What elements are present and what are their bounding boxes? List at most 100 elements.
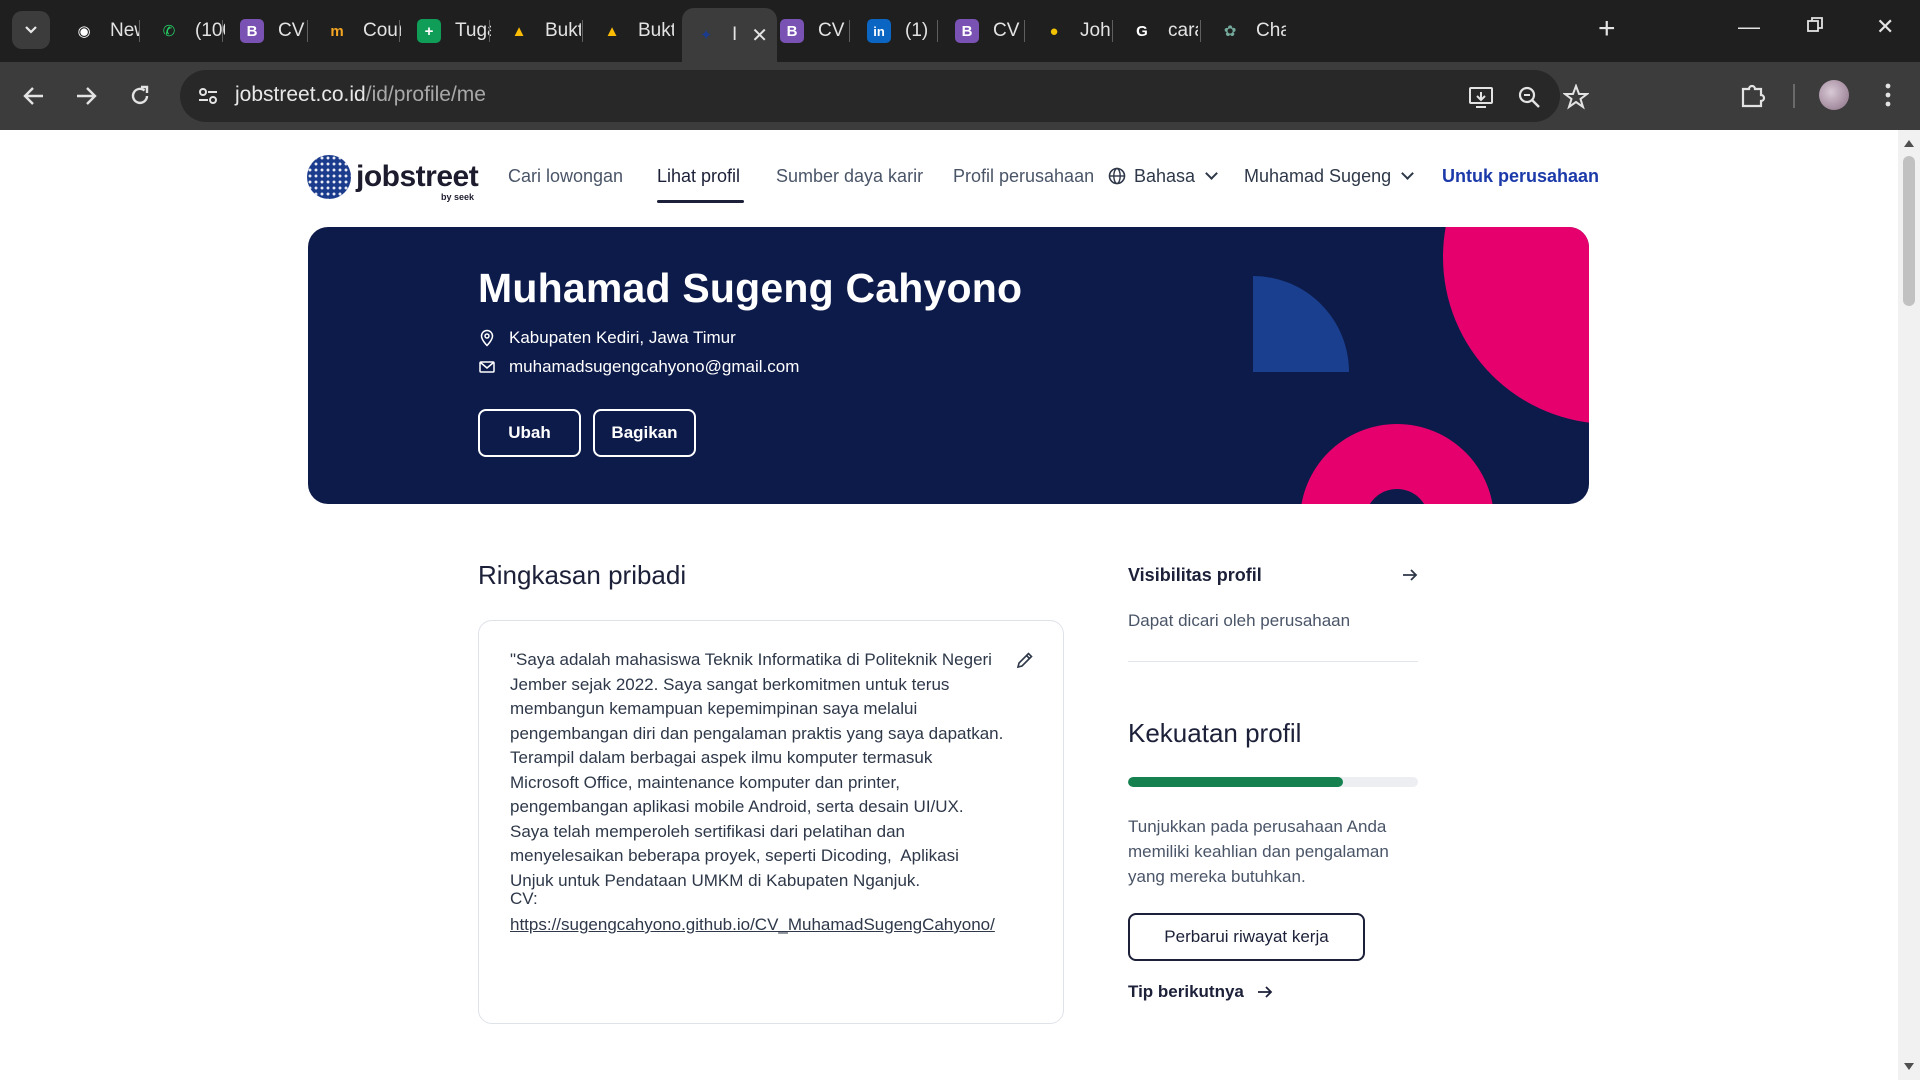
browser-tab[interactable]: ✆ (100)	[145, 12, 225, 50]
tab-separator	[139, 20, 140, 42]
browser-tab[interactable]: ▲ Bukti	[588, 12, 674, 50]
browser-tab[interactable]: ✿ Chat	[1206, 12, 1286, 50]
more-menu-icon[interactable]	[1873, 80, 1903, 110]
tab-separator	[582, 20, 583, 42]
url-host: jobstreet.co.id	[235, 83, 366, 106]
active-nav-indicator	[657, 200, 744, 203]
scroll-up-arrow-icon[interactable]	[1904, 140, 1914, 147]
extensions-icon[interactable]	[1738, 80, 1768, 110]
browser-tab[interactable]: ● Johan	[1030, 12, 1110, 50]
google-icon: G	[1136, 22, 1148, 40]
nav-lihat-profil[interactable]: Lihat profil	[657, 166, 740, 187]
cv-link[interactable]: https://sugengcahyono.github.io/CV_Muham…	[510, 913, 1010, 938]
whatsapp-icon: ✆	[162, 23, 176, 40]
install-app-icon[interactable]	[1468, 84, 1494, 110]
minimize-icon[interactable]: —	[1738, 14, 1760, 40]
address-bar[interactable]: jobstreet.co.id/id/profile/me	[180, 70, 1589, 122]
bootstrap-icon: B	[955, 19, 979, 43]
nav-sumber-daya-karir[interactable]: Sumber daya karir	[776, 166, 923, 187]
next-tip-label: Tip berikutnya	[1128, 982, 1244, 1001]
browser-toolbar: jobstreet.co.id/id/profile/me	[0, 62, 1920, 130]
browser-tab[interactable]: ✦ I ✕	[682, 8, 777, 62]
forward-icon[interactable]	[66, 76, 106, 116]
language-selector[interactable]: Bahasa	[1108, 166, 1218, 187]
user-menu[interactable]: Muhamad Sugeng	[1244, 166, 1414, 187]
next-tip-link[interactable]: Tip berikutnya	[1128, 982, 1274, 1002]
scroll-thumb[interactable]	[1903, 156, 1915, 306]
tab-title: Tuga	[455, 20, 491, 41]
favicon-icon: ●	[1049, 22, 1059, 40]
tab-title: CV M	[278, 20, 308, 41]
page-scrollbar[interactable]	[1898, 130, 1920, 1080]
browser-tab[interactable]: in (1) M	[855, 12, 935, 50]
browser-tab[interactable]: B CV M	[943, 12, 1023, 50]
visibility-title[interactable]: Visibilitas profil	[1128, 565, 1262, 586]
visibility-value: Dapat dicari oleh perusahaan	[1128, 611, 1351, 630]
bookmark-star-icon[interactable]	[1563, 84, 1589, 110]
tab-separator	[937, 20, 938, 42]
browser-tab[interactable]: ◉ New	[60, 12, 140, 50]
site-settings-icon[interactable]	[196, 84, 220, 108]
tab-separator	[399, 20, 400, 42]
new-tab-button[interactable]: +	[1598, 14, 1616, 44]
nav-untuk-perusahaan[interactable]: Untuk perusahaan	[1442, 166, 1599, 187]
sidebar-divider	[1128, 661, 1418, 662]
edit-pencil-icon[interactable]	[1015, 650, 1035, 670]
arrow-right-icon[interactable]	[1400, 565, 1420, 585]
tab-separator	[222, 20, 223, 42]
browser-tab[interactable]: B CV M	[228, 12, 308, 50]
tab-separator	[849, 20, 850, 42]
toolbar-divider	[1793, 84, 1795, 108]
tab-separator	[307, 20, 308, 42]
tab-title: Cour	[363, 20, 401, 41]
browser-tab-bar: ◉ New ✆ (100) B CV M m Cour + Tuga ▲ Bukti ▲ Bukti ✦ I ✕…	[0, 0, 1920, 62]
summary-title: Ringkasan pribadi	[478, 560, 687, 590]
nav-profil-perusahaan[interactable]: Profil perusahaan	[953, 166, 1094, 187]
chevron-down-icon	[25, 26, 37, 34]
globe-icon	[1108, 167, 1126, 185]
tab-title: (100)	[195, 20, 225, 41]
profile-hero-banner: Muhamad Sugeng Cahyono Kabupaten Kediri,…	[308, 227, 1589, 504]
coursera-icon: m	[330, 22, 344, 40]
zoom-icon[interactable]	[1516, 84, 1542, 110]
profile-avatar[interactable]	[1819, 80, 1849, 110]
summary-text: "Saya adalah mahasiswa Teknik Informatik…	[510, 650, 1008, 890]
browser-tab[interactable]: + Tuga	[405, 12, 491, 50]
bootstrap-icon: B	[240, 19, 264, 43]
reload-icon[interactable]	[120, 76, 160, 116]
tab-search-button[interactable]	[12, 11, 50, 49]
browser-tab[interactable]: B CV M	[768, 12, 848, 50]
url-text[interactable]: jobstreet.co.id/id/profile/me	[235, 83, 486, 107]
tab-title: I	[732, 24, 738, 45]
summary-card: "Saya adalah mahasiswa Teknik Informatik…	[478, 620, 1064, 1024]
page-content: jobstreet by seek Cari lowongan Lihat pr…	[0, 130, 1898, 1080]
close-tab-icon[interactable]: ✕	[751, 23, 768, 48]
chevron-down-icon	[1205, 167, 1218, 180]
close-window-icon[interactable]: ✕	[1876, 14, 1894, 40]
hero-decoration	[1253, 227, 1589, 504]
tab-title: Bukti	[638, 20, 674, 41]
tab-title: Johan	[1080, 20, 1110, 41]
profile-strength-bar	[1128, 777, 1418, 787]
restore-icon[interactable]	[1806, 14, 1824, 40]
google-drive-icon: ▲	[604, 22, 620, 40]
nav-cari-lowongan[interactable]: Cari lowongan	[508, 166, 623, 187]
tab-separator	[1112, 20, 1113, 42]
tab-separator	[489, 20, 490, 42]
site-header: jobstreet by seek Cari lowongan Lihat pr…	[0, 130, 1898, 226]
tab-title: Chat	[1256, 20, 1286, 41]
update-work-history-button[interactable]: Perbarui riwayat kerja	[1128, 913, 1365, 961]
cv-label: CV:	[510, 889, 538, 908]
tab-separator	[1024, 20, 1025, 42]
browser-tab[interactable]: Gcara	[1118, 12, 1198, 50]
tab-title: New	[110, 20, 140, 41]
tab-title: (1) M	[905, 20, 935, 41]
browser-tab[interactable]: ▲ Bukti	[495, 12, 581, 50]
browser-tab[interactable]: m Cour	[313, 12, 401, 50]
jobstreet-logo-icon	[307, 155, 351, 199]
scroll-down-arrow-icon[interactable]	[1904, 1063, 1914, 1070]
chatgpt-icon: ✿	[1223, 23, 1237, 40]
url-path: /id/profile/me	[365, 83, 486, 106]
back-icon[interactable]	[14, 76, 54, 116]
logo-text: jobstreet	[356, 160, 479, 193]
